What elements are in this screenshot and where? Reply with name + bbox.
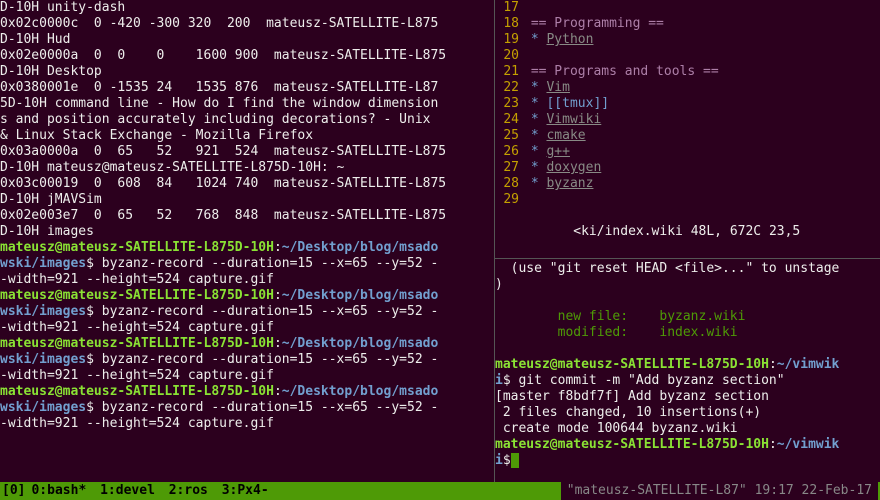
- vim-line: 17: [495, 0, 880, 16]
- terminal-output-line: s and position accurately including deco…: [0, 112, 492, 128]
- terminal-output-line: & Linux Stack Exchange - Mozilla Firefox: [0, 128, 492, 144]
- terminal-output-line: D-10H unity-dash: [0, 0, 492, 16]
- git-hint: (use "git reset HEAD <file>..." to unsta…: [495, 261, 839, 276]
- vim-line: 25 * cmake: [495, 128, 880, 144]
- vim-line: 20: [495, 48, 880, 64]
- terminal-output-line: 0x03a0000a 0 65 52 921 524 mateusz-SATEL…: [0, 144, 492, 160]
- vim-line: 18 == Programming ==: [495, 16, 880, 32]
- tmux-window-tab[interactable]: 0:bash*: [31, 483, 100, 498]
- terminal-output-line: 0x02e0000a 0 0 0 1600 900 mateusz-SATELL…: [0, 48, 492, 64]
- git-command: git commit -m "Add byzanz section": [511, 373, 785, 388]
- vim-line: 21 == Programs and tools ==: [495, 64, 880, 80]
- git-terminal-pane[interactable]: (use "git reset HEAD <file>..." to unsta…: [495, 259, 880, 482]
- terminal-output-line: 0x02e003e7 0 65 52 768 848 mateusz-SATEL…: [0, 208, 492, 224]
- git-output-2: 2 files changed, 10 insertions(+): [495, 405, 761, 420]
- shell-prompt-line: mateusz@mateusz-SATELLITE-L875D-10H:~/De…: [0, 240, 492, 256]
- terminal-output-line: D-10H Hud: [0, 32, 492, 48]
- tmux-panes: D-10H unity-dash0x02c0000c 0 -420 -300 3…: [0, 0, 880, 482]
- tmux-status-bar[interactable]: [0] 0:bash* 1:devel 2:ros 3:Px4- "mateus…: [0, 482, 880, 500]
- shell-prompt-line: mateusz@mateusz-SATELLITE-L875D-10H:~/De…: [0, 288, 492, 304]
- terminal-output-line: D-10H Desktop: [0, 64, 492, 80]
- git-hint-cont: ): [495, 277, 503, 292]
- vim-meta: 48L, 672C 23,5: [691, 224, 801, 239]
- tmux-status-right: "mateusz-SATELLITE-L87" 19:17 22-Feb-17: [561, 482, 878, 500]
- tmux-screen: D-10H unity-dash0x02c0000c 0 -420 -300 3…: [0, 0, 880, 500]
- vim-status-line: <ki/index.wiki 48L, 672C 23,5 45%: [495, 208, 880, 256]
- git-cwd-2: ~/vimwik: [777, 437, 840, 452]
- tmux-window-tab[interactable]: 2:ros: [169, 483, 222, 498]
- shell-command-line: wski/images$ byzanz-record --duration=15…: [0, 400, 492, 416]
- vim-line: 19 * Python: [495, 32, 880, 48]
- terminal-output-line: 5D-10H command line - How do I find the …: [0, 96, 492, 112]
- terminal-output-line: 0x0380001e 0 -1535 24 1535 876 mateusz-S…: [0, 80, 492, 96]
- vim-filename: <ki/index.wiki: [573, 224, 683, 239]
- tmux-session-id[interactable]: [0]: [2, 482, 31, 500]
- git-cwd: ~/vimwik: [777, 357, 840, 372]
- tmux-window-tab[interactable]: 3:Px4-: [222, 483, 275, 498]
- terminal-output-line: D-10H jMAVSim: [0, 192, 492, 208]
- git-prompt-line-2: mateusz@mateusz-SATELLITE-L875D-10H:~/vi…: [495, 437, 880, 453]
- vim-line: 24 * Vimwiki: [495, 112, 880, 128]
- shell-command-cont: -width=921 --height=524 capture.gif: [0, 416, 492, 432]
- vim-line: 22 * Vim: [495, 80, 880, 96]
- git-output-1: [master f8bdf7f] Add byzanz section: [495, 389, 769, 404]
- git-status-line: modified: index.wiki: [495, 325, 880, 341]
- shell-prompt-line: mateusz@mateusz-SATELLITE-L875D-10H:~/De…: [0, 384, 492, 400]
- right-column: 17 18 == Programming ==19 * Python20 21 …: [495, 0, 880, 482]
- terminal-output-line: D-10H images: [0, 224, 492, 240]
- vim-line: 27 * doxygen: [495, 160, 880, 176]
- git-user: mateusz@mateusz-SATELLITE-L875D-10H: [495, 357, 769, 372]
- shell-command-cont: -width=921 --height=524 capture.gif: [0, 368, 492, 384]
- git-output-3: create mode 100644 byzanz.wiki: [495, 421, 738, 436]
- vim-line: 28 * byzanz: [495, 176, 880, 192]
- tmux-status-left: [0] 0:bash* 1:devel 2:ros 3:Px4-: [2, 482, 281, 500]
- tmux-window-tab[interactable]: 1:devel: [100, 483, 169, 498]
- git-user-2: mateusz@mateusz-SATELLITE-L875D-10H: [495, 437, 769, 452]
- vim-line: 29: [495, 192, 880, 208]
- terminal-output-line: 0x02c0000c 0 -420 -300 320 200 mateusz-S…: [0, 16, 492, 32]
- shell-command-cont: -width=921 --height=524 capture.gif: [0, 272, 492, 288]
- shell-command-line: wski/images$ byzanz-record --duration=15…: [0, 304, 492, 320]
- cursor: [511, 453, 519, 468]
- shell-command-line: wski/images$ byzanz-record --duration=15…: [0, 256, 492, 272]
- vim-pane[interactable]: 17 18 == Programming ==19 * Python20 21 …: [495, 0, 880, 259]
- left-terminal-pane[interactable]: D-10H unity-dash0x02c0000c 0 -420 -300 3…: [0, 0, 495, 482]
- shell-command-line: wski/images$ byzanz-record --duration=15…: [0, 352, 492, 368]
- shell-command-cont: -width=921 --height=524 capture.gif: [0, 320, 492, 336]
- git-cwd-cont: i: [495, 373, 503, 388]
- terminal-output-line: D-10H mateusz@mateusz-SATELLITE-L875D-10…: [0, 160, 492, 176]
- vim-line: 23 * [[tmux]]: [495, 96, 880, 112]
- tmux-window-list: 0:bash* 1:devel 2:ros 3:Px4-: [31, 482, 280, 500]
- git-status-line: new file: byzanz.wiki: [495, 309, 880, 325]
- terminal-output-line: 0x03c00019 0 608 84 1024 740 mateusz-SAT…: [0, 176, 492, 192]
- git-cwd-cont-2: i: [495, 453, 503, 468]
- git-prompt-line: mateusz@mateusz-SATELLITE-L875D-10H:~/vi…: [495, 357, 880, 373]
- vim-line: 26 * g++: [495, 144, 880, 160]
- shell-prompt-line: mateusz@mateusz-SATELLITE-L875D-10H:~/De…: [0, 336, 492, 352]
